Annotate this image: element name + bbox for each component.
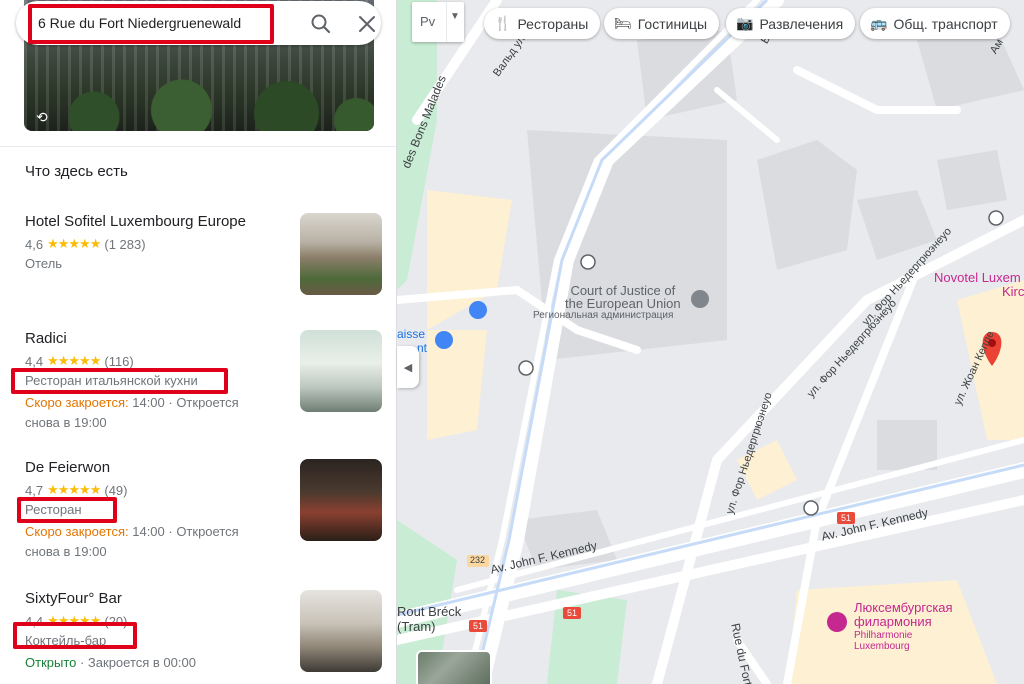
novotel-label-2: Kirc	[1002, 284, 1024, 299]
opening-hours: Открыто · Закроется в 00:00	[25, 653, 275, 673]
list-item[interactable]: SixtyFour° Bar 4,4 ★★★★★ (20) Коктейль-б…	[0, 590, 396, 684]
clear-search-button[interactable]	[354, 11, 380, 37]
place-thumbnail[interactable]	[300, 330, 382, 412]
review-count[interactable]: (20)	[104, 614, 127, 629]
philharmonie-label: Philharmonie Luxembourg	[854, 630, 913, 652]
place-thumbnail[interactable]	[300, 459, 382, 541]
place-type: Коктейль-бар	[25, 633, 107, 648]
bus-icon: 🚌	[870, 15, 888, 31]
bed-icon: 🛏	[614, 15, 632, 31]
maps-window: Court of Justice of the European Union Р…	[0, 0, 1024, 684]
route-badge-232: 232	[470, 555, 486, 565]
rating-row: 4,7 ★★★★★ (49)	[25, 482, 127, 498]
chip-transit-label: Общ. транспорт	[893, 15, 998, 32]
review-count[interactable]: (116)	[104, 354, 133, 369]
opening-hours: Скоро закроется: 14:00 · Откроется снова…	[25, 522, 275, 562]
photo-trees	[24, 61, 374, 131]
layer-label: Рv	[420, 14, 436, 29]
rating-row: 4,4 ★★★★★ (20)	[25, 613, 127, 629]
poi-aisse-label[interactable]: aisse	[397, 327, 425, 341]
philharmonie-ru-label[interactable]: Люксембургская филармония	[854, 601, 953, 629]
place-type: Ресторан итальянской кухни	[25, 373, 198, 388]
chip-entertainment-label: Развлечения	[759, 15, 844, 32]
review-count[interactable]: (1 283)	[104, 237, 145, 252]
place-name[interactable]: SixtyFour° Bar	[25, 590, 122, 607]
route-badge-51-c: 51	[473, 621, 484, 631]
rating-value: 4,6	[25, 236, 44, 252]
camera-icon: 📷	[736, 15, 754, 31]
list-item[interactable]: Hotel Sofitel Luxembourg Europe 4,6 ★★★★…	[0, 213, 396, 338]
stars-icon: ★★★★★	[47, 353, 101, 368]
place-type: Ресторан	[25, 502, 82, 517]
map-graphic	[397, 0, 1024, 684]
chip-hotels-label: Гостиницы	[637, 15, 708, 32]
rating-row: 4,6 ★★★★★ (1 283)	[25, 236, 146, 252]
collapse-panel-button[interactable]: ◀	[397, 346, 419, 388]
place-name[interactable]: De Feierwon	[25, 459, 110, 476]
layer-separator	[446, 2, 447, 42]
satellite-layer-thumbnail[interactable]	[416, 650, 492, 684]
section-title: Что здесь есть	[25, 163, 128, 180]
panorama-icon[interactable]: ⟲	[36, 109, 56, 125]
chip-restaurants-label: Рестораны	[517, 15, 589, 32]
closing-soon: Скоро закроется:	[25, 395, 129, 410]
search-box	[16, 1, 381, 45]
list-item[interactable]: Radici 4,4 ★★★★★ (116) Ресторан итальянс…	[0, 330, 396, 455]
rating-value: 4,4	[25, 353, 44, 369]
search-input[interactable]	[38, 11, 283, 35]
route-badge-51-b: 51	[567, 608, 578, 618]
chip-transit[interactable]: 🚌 Общ. транспорт	[860, 8, 1010, 39]
fork-knife-icon: 🍴	[494, 15, 512, 31]
hours-detail: · Закроется в 00:00	[76, 655, 196, 670]
novotel-label[interactable]: Novotel Luxem	[934, 270, 1021, 285]
chip-restaurants[interactable]: 🍴 Рестораны	[484, 8, 601, 39]
review-count[interactable]: (49)	[104, 483, 127, 498]
place-thumbnail[interactable]	[300, 213, 382, 295]
map-layer-button[interactable]: Рv ▼	[412, 2, 464, 42]
list-item[interactable]: De Feierwon 4,7 ★★★★★ (49) Ресторан Скор…	[0, 459, 396, 584]
rating-value: 4,4	[25, 613, 44, 629]
place-name[interactable]: Hotel Sofitel Luxembourg Europe	[25, 213, 246, 230]
divider	[0, 146, 396, 147]
stars-icon: ★★★★★	[47, 236, 101, 251]
tram-stop-label[interactable]: Rout Bréck (Tram)	[397, 604, 461, 634]
rating-row: 4,4 ★★★★★ (116)	[25, 353, 134, 369]
stars-icon: ★★★★★	[47, 482, 101, 497]
chip-hotels[interactable]: 🛏 Гостиницы	[604, 8, 720, 39]
close-icon	[359, 16, 375, 32]
opening-hours: Скоро закроется: 14:00 · Откроется снова…	[25, 393, 275, 433]
search-icon	[311, 14, 331, 34]
open-now: Открыто	[25, 655, 77, 670]
place-thumbnail[interactable]	[300, 590, 382, 672]
closing-soon: Скоро закроется:	[25, 524, 129, 539]
map-canvas[interactable]: Court of Justice of the European Union Р…	[397, 0, 1024, 684]
rating-value: 4,7	[25, 482, 44, 498]
side-panel: ⟲ Что здесь есть Hotel Sofitel Luxembour…	[0, 0, 397, 684]
court-sublabel: Региональная администрация	[533, 310, 674, 321]
court-label[interactable]: Court of Justice of the European Union	[565, 284, 681, 310]
stars-icon: ★★★★★	[47, 613, 101, 628]
caret-down-icon[interactable]: ▼	[450, 11, 460, 22]
chevron-left-icon: ◀	[403, 361, 413, 374]
search-button[interactable]	[308, 11, 334, 37]
place-name[interactable]: Radici	[25, 330, 67, 347]
chip-entertainment[interactable]: 📷 Развлечения	[726, 8, 856, 39]
place-type: Отель	[25, 256, 63, 271]
route-badge-51-a: 51	[841, 513, 852, 523]
